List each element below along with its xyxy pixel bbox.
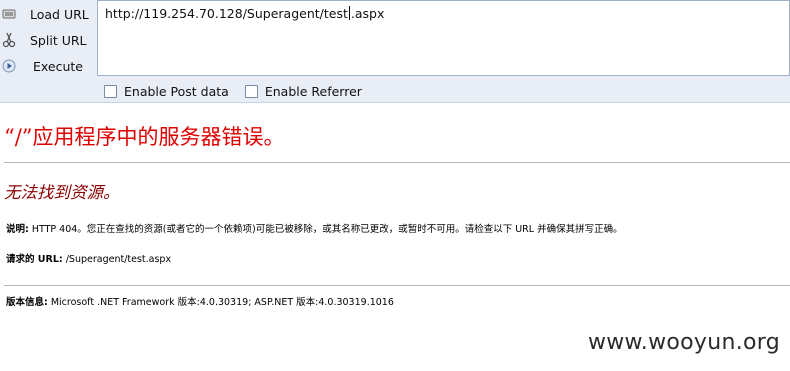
watermark: www.wooyun.org [587,330,780,355]
requested-url-value: /Superagent/test.aspx [62,254,172,265]
url-text-after-caret: .aspx [350,6,385,21]
load-url-label: Load URL [30,6,89,22]
execute-icon [1,58,17,74]
hackbar-options: Enable Post data Enable Referrer [104,82,378,100]
url-textarea[interactable]: http://119.254.70.128/Superagent/test .as… [97,0,790,76]
load-url-button[interactable]: Load URL [0,1,96,27]
hackbar-toolbar: Load URL Split URL Execute http://119.25… [0,0,790,103]
enable-post-data-option[interactable]: Enable Post data [104,84,229,99]
text-caret [348,6,350,20]
execute-button[interactable]: Execute [0,53,96,79]
load-url-icon [1,6,17,22]
enable-referrer-label: Enable Referrer [264,83,362,99]
enable-referrer-checkbox[interactable] [244,84,258,98]
version-info-line: 版本信息: Microsoft .NET Framework 版本:4.0.30… [6,294,394,308]
url-text-before-caret: http://119.254.70.128/Superagent/test [105,6,348,21]
version-text: Microsoft .NET Framework 版本:4.0.30319; A… [47,297,394,308]
requested-url-line: 请求的 URL: /Superagent/test.aspx [6,251,171,265]
split-url-label: Split URL [30,32,87,48]
hackbar-actions: Load URL Split URL Execute [0,0,96,78]
enable-post-data-label: Enable Post data [124,83,229,99]
divider [4,162,790,163]
version-label: 版本信息: [6,297,48,308]
description-text: HTTP 404。您正在查找的资源(或者它的一个依赖项)可能已被移除，或其名称已… [28,224,623,235]
error-description: 说明: HTTP 404。您正在查找的资源(或者它的一个依赖项)可能已被移除，或… [6,221,623,235]
description-label: 说明: [6,224,29,235]
error-page-title: “/”应用程序中的服务器错误。 [4,125,285,149]
split-url-icon [1,32,17,48]
execute-label: Execute [33,58,83,74]
requested-url-label: 请求的 URL: [6,254,63,265]
split-url-button[interactable]: Split URL [0,27,96,53]
enable-post-data-checkbox[interactable] [104,84,117,98]
error-subtitle: 无法找到资源。 [4,183,120,202]
enable-referrer-option[interactable]: Enable Referrer [244,83,362,99]
divider-bottom [4,285,790,286]
